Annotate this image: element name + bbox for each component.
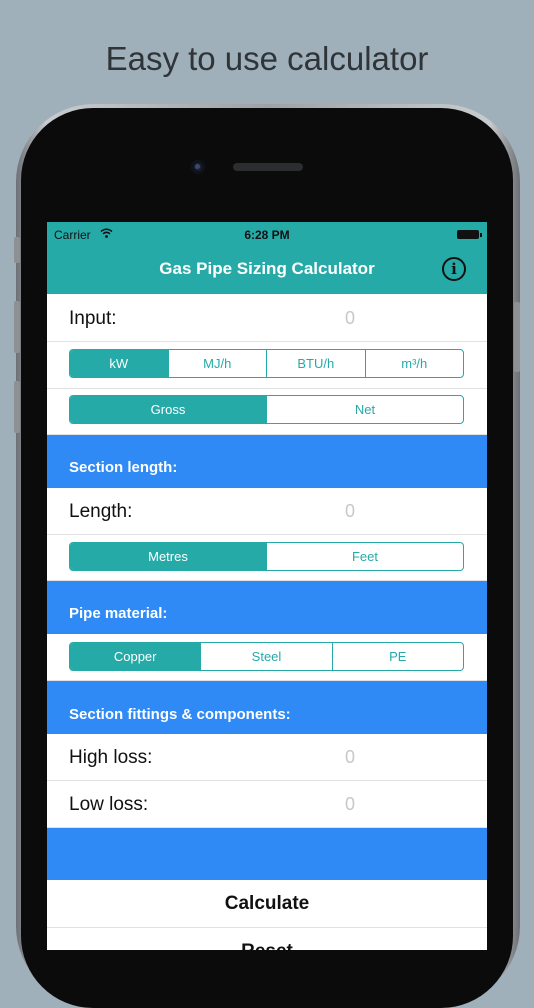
info-icon[interactable]: i [442,257,466,281]
length-label: Length: [69,501,133,522]
low-loss-row[interactable]: Low loss: 0 [47,781,487,828]
battery-icon [457,230,482,239]
fittings-header: Section fittings & components: [47,681,487,734]
high-loss-field[interactable]: 0 [345,747,355,768]
segment-steel[interactable]: Steel [200,643,331,670]
segment-pe[interactable]: PE [331,643,463,670]
segment-feet[interactable]: Feet [266,543,463,570]
high-loss-label: High loss: [69,747,153,768]
segment-copper[interactable]: Copper [70,643,201,670]
input-field[interactable]: 0 [345,308,355,329]
input-unit-row: kW MJ/h BTU/h m³/h [47,342,487,389]
power-button [514,302,520,372]
input-unit-segmented-control[interactable]: kW MJ/h BTU/h m³/h [69,349,464,378]
high-loss-row[interactable]: High loss: 0 [47,734,487,781]
headline: Easy to use calculator [105,40,429,77]
front-camera [191,160,205,174]
length-field[interactable]: 0 [345,501,355,522]
volume-down-button [14,381,20,433]
spacer-bar [47,828,487,880]
gross-net-row: Gross Net [47,389,487,435]
navigation-bar: Carrier 6:28 PM Gas Pipe Sizing Calculat… [47,222,487,294]
page-title: Gas Pipe Sizing Calculator [159,259,375,278]
pipe-material-title: Pipe material: [69,605,168,622]
pipe-material-segmented-control[interactable]: Copper Steel PE [69,642,464,671]
input-row[interactable]: Input: 0 [47,294,487,342]
low-loss-label: Low loss: [69,794,149,815]
segment-kw[interactable]: kW [70,350,168,377]
earpiece-speaker [233,163,303,171]
segment-gross[interactable]: Gross [70,396,266,423]
pipe-material-header: Pipe material: [47,581,487,634]
mute-switch [14,237,20,263]
pipe-material-row: Copper Steel PE [47,634,487,681]
length-row[interactable]: Length: 0 [47,488,487,535]
app-screen: Carrier 6:28 PM Gas Pipe Sizing Calculat… [47,222,487,950]
segment-btu-per-h[interactable]: BTU/h [266,350,365,377]
segment-net[interactable]: Net [266,396,463,423]
segment-metres[interactable]: Metres [70,543,266,570]
segment-mj-per-h[interactable]: MJ/h [167,350,267,377]
input-label: Input: [69,308,117,329]
status-time: 6:28 PM [244,228,290,242]
status-bar: Carrier 6:28 PM [47,222,487,248]
gross-net-segmented-control[interactable]: Gross Net [69,395,464,424]
reset-button[interactable]: Reset [47,928,487,950]
segment-m3-per-h[interactable]: m³/h [364,350,464,377]
fittings-title: Section fittings & components: [69,706,291,723]
low-loss-field[interactable]: 0 [345,794,355,815]
length-unit-row: Metres Feet [47,535,487,581]
volume-up-button [14,301,20,353]
section-length-header: Section length: [47,435,487,488]
section-length-title: Section length: [69,459,178,476]
length-unit-segmented-control[interactable]: Metres Feet [69,542,464,571]
calculate-button[interactable]: Calculate [47,880,487,928]
